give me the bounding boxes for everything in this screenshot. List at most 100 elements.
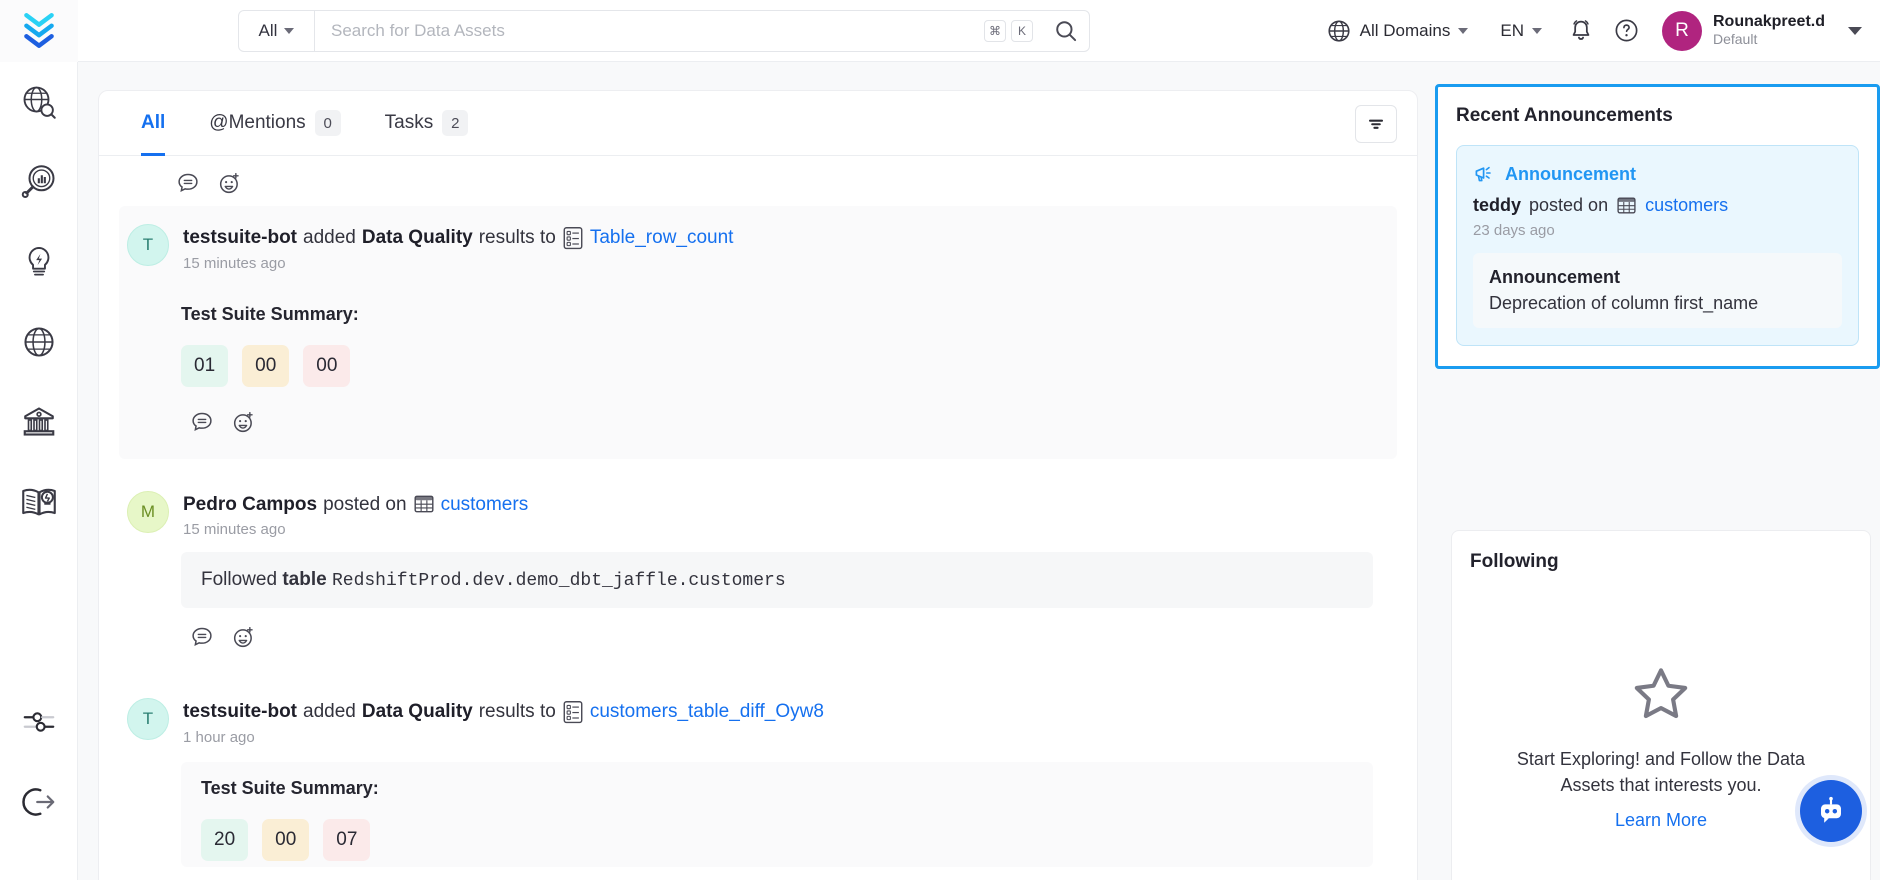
sidebar-item-settings[interactable] — [0, 682, 78, 762]
feed-item-subject: Data Quality — [362, 699, 473, 725]
avatar: T — [127, 224, 169, 266]
megaphone-icon — [1473, 163, 1495, 185]
tab-all[interactable]: All — [119, 91, 187, 156]
feed-item-message: Followed table RedshiftProd.dev.demo_dbt… — [181, 552, 1373, 608]
language-label: EN — [1500, 21, 1524, 41]
main-content: All @Mentions 0 Tasks 2 — [78, 62, 1880, 880]
header-actions: All Domains EN — [1310, 0, 1880, 62]
tab-all-label: All — [141, 112, 165, 134]
feed-item-content: T testsuite-bot added Data Quality resul… — [119, 680, 1397, 867]
tab-mentions[interactable]: @Mentions 0 — [187, 91, 362, 156]
message-prefix: Followed — [201, 569, 277, 590]
feed-item-actions — [119, 608, 1397, 668]
chip-aborted: 00 — [242, 345, 289, 387]
open-book-lightbulb-icon — [18, 481, 60, 523]
feed-item-verb-b: results to — [479, 699, 556, 725]
tab-mentions-label: @Mentions — [209, 112, 305, 134]
globe-search-icon — [19, 82, 59, 122]
notifications-button[interactable] — [1558, 8, 1604, 54]
feed-item-title: testsuite-bot added Data Quality results… — [183, 699, 824, 725]
message-fqn: RedshiftProd.dev.demo_dbt_jaffle.custome… — [332, 571, 786, 591]
announcement-verb: posted on — [1529, 195, 1608, 216]
chevron-down-icon — [1458, 28, 1468, 34]
chip-failed: 00 — [303, 345, 350, 387]
learn-more-link[interactable]: Learn More — [1615, 810, 1707, 831]
feed-item-title: testsuite-bot added Data Quality results… — [183, 225, 733, 251]
page-title: Recent Announcements — [1456, 105, 1859, 127]
feed-item[interactable]: T testsuite-bot added Data Quality resul… — [99, 680, 1417, 867]
sidebar-item-observability[interactable] — [0, 142, 78, 222]
language-selector[interactable]: EN — [1484, 0, 1558, 62]
tab-tasks-count: 2 — [442, 110, 468, 136]
announcement-body-title: Announcement — [1489, 267, 1826, 288]
announcement-card[interactable]: Announcement teddy posted on — [1456, 145, 1859, 346]
add-reaction-icon[interactable] — [231, 624, 257, 650]
feed-item-verb-b: results to — [479, 225, 556, 251]
sidebar-item-domains[interactable] — [0, 302, 78, 382]
announcement-actor: teddy — [1473, 195, 1521, 216]
globe-icon — [20, 323, 58, 361]
magnifier-chart-icon — [19, 162, 59, 202]
feed-item[interactable]: M Pedro Campos posted on — [99, 473, 1417, 669]
sidebar-item-insights[interactable] — [0, 222, 78, 302]
feed-item-actor: testsuite-bot — [183, 225, 297, 251]
announcement-entity-link[interactable]: customers — [1645, 195, 1728, 216]
robot-icon — [1814, 794, 1848, 828]
chatbot-button[interactable] — [1800, 780, 1862, 842]
announcement-kind-label: Announcement — [1505, 164, 1636, 185]
search-submit-button[interactable] — [1043, 11, 1089, 51]
feed-item-entity-link[interactable]: customers_table_diff_Oyw8 — [590, 699, 824, 725]
sidebar-item-glossary[interactable] — [0, 462, 78, 542]
feed-tabs: All @Mentions 0 Tasks 2 — [99, 91, 1417, 156]
app-root: All ⌘ K — [0, 0, 1880, 880]
reply-bubble-icon[interactable] — [189, 624, 215, 650]
star-icon — [1628, 661, 1694, 727]
feed-item-title: Pedro Campos posted on — [183, 492, 528, 518]
avatar: T — [127, 698, 169, 740]
search-scope-label: All — [259, 21, 278, 41]
test-result-chips: 20 00 07 — [201, 819, 1373, 861]
avatar: R — [1662, 11, 1702, 51]
reply-bubble-icon[interactable] — [175, 170, 201, 196]
feed-item-timestamp: 15 minutes ago — [183, 255, 733, 272]
avatar: M — [127, 491, 169, 533]
tab-mentions-count: 0 — [315, 110, 341, 136]
add-reaction-icon[interactable] — [231, 409, 257, 435]
feed-item[interactable]: T testsuite-bot added Data Quality resul… — [99, 206, 1417, 459]
search-input[interactable] — [315, 21, 984, 41]
tab-tasks[interactable]: Tasks 2 — [363, 91, 491, 156]
announcement-kind: Announcement — [1473, 163, 1842, 185]
search-scope-dropdown[interactable]: All — [239, 11, 315, 51]
test-suite-summary: Test Suite Summary: 01 00 00 — [181, 288, 1397, 393]
sidebar-item-logout[interactable] — [0, 762, 78, 842]
bank-icon — [19, 402, 59, 442]
sidebar-item-govern[interactable] — [0, 382, 78, 462]
logout-arrow-icon — [19, 782, 59, 822]
feed-item-actions — [119, 393, 1397, 453]
test-case-icon — [562, 226, 584, 250]
feed-filter-button[interactable] — [1355, 105, 1397, 143]
global-search: All ⌘ K — [238, 10, 1090, 52]
openmetadata-chevrons-logo-icon — [18, 10, 60, 52]
feed-item-entity-link[interactable]: customers — [441, 492, 529, 518]
add-reaction-icon[interactable] — [217, 170, 243, 196]
feed-item-entity-link[interactable]: Table_row_count — [590, 225, 734, 251]
announcement-body: Announcement Deprecation of column first… — [1473, 253, 1842, 328]
table-icon — [413, 493, 435, 515]
search-shortcut-hint: ⌘ K — [984, 20, 1043, 42]
globe-icon — [1326, 18, 1352, 44]
sidebar-item-explore[interactable] — [0, 62, 78, 142]
message-entity-type: table — [282, 569, 326, 590]
feed-item-actor: Pedro Campos — [183, 492, 317, 518]
domain-selector[interactable]: All Domains — [1310, 0, 1485, 62]
user-role: Default — [1713, 31, 1825, 48]
feed-item-timestamp: 15 minutes ago — [183, 521, 528, 538]
app-logo[interactable] — [0, 0, 78, 62]
help-button[interactable] — [1604, 8, 1650, 54]
feed-item-block: T testsuite-bot added Data Quality resul… — [119, 206, 1397, 459]
feed-scroll-area[interactable]: T testsuite-bot added Data Quality resul… — [99, 156, 1417, 880]
chevron-down-icon — [284, 28, 294, 34]
reply-bubble-icon[interactable] — [189, 409, 215, 435]
test-result-chips: 01 00 00 — [181, 345, 1397, 387]
user-profile-menu[interactable]: R Rounakpreet.d Default — [1650, 11, 1862, 51]
